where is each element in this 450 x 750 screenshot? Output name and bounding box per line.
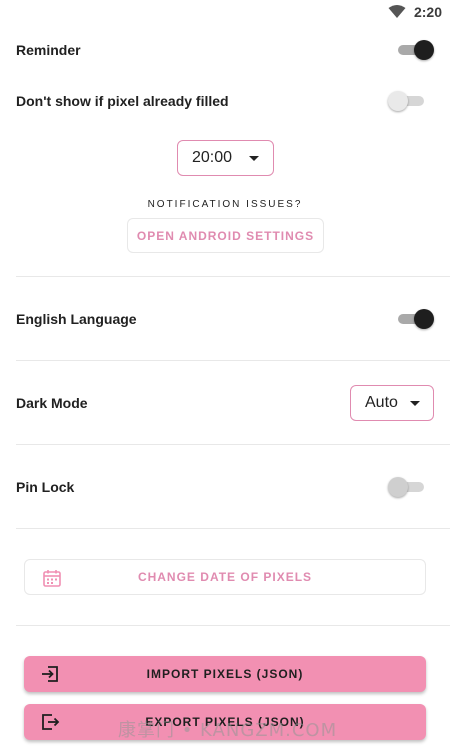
divider	[16, 444, 450, 445]
watermark: 康掌门 • KANGZM.COM	[118, 720, 338, 741]
wifi-icon	[388, 5, 406, 18]
change-date-button[interactable]: CHANGE DATE OF PIXELS	[24, 559, 426, 595]
english-language-switch[interactable]	[394, 309, 434, 329]
chevron-down-icon	[249, 155, 259, 161]
divider	[16, 625, 450, 626]
reminder-time-value: 20:00	[192, 149, 233, 166]
divider	[16, 528, 450, 529]
reminder-switch[interactable]	[394, 40, 434, 60]
open-android-settings-button[interactable]: OPEN ANDROID SETTINGS	[127, 218, 324, 253]
dont-show-row: Don't show if pixel already filled	[16, 91, 434, 111]
switch-thumb	[388, 91, 408, 111]
change-date-label: CHANGE DATE OF PIXELS	[137, 570, 313, 584]
import-pixels-label: IMPORT PIXELS (JSON)	[146, 667, 304, 681]
dont-show-label: Don't show if pixel already filled	[16, 93, 229, 109]
dark-mode-select[interactable]: Auto	[350, 385, 434, 421]
divider	[16, 276, 450, 277]
english-language-row: English Language	[16, 309, 434, 329]
switch-thumb	[414, 309, 434, 329]
import-icon	[42, 666, 58, 682]
notification-issues-label: NOTIFICATION ISSUES?	[147, 199, 303, 210]
open-android-settings-label: OPEN ANDROID SETTINGS	[136, 228, 315, 243]
reminder-label: Reminder	[16, 42, 81, 58]
english-language-label: English Language	[16, 311, 137, 327]
reminder-row: Reminder	[16, 40, 434, 60]
dark-mode-value: Auto	[365, 394, 398, 411]
status-bar: 2:20	[0, 0, 450, 24]
import-pixels-button[interactable]: IMPORT PIXELS (JSON)	[24, 656, 426, 692]
export-icon	[42, 714, 60, 730]
reminder-time-select[interactable]: 20:00	[177, 140, 274, 176]
pin-lock-row: Pin Lock	[16, 477, 434, 497]
pin-lock-label: Pin Lock	[16, 479, 75, 495]
switch-thumb	[414, 40, 434, 60]
settings-screen: 2:20 Reminder Don't show if pixel alread…	[0, 0, 450, 750]
divider	[16, 360, 450, 361]
chevron-down-icon	[409, 400, 420, 406]
clock-time: 2:20	[413, 4, 442, 20]
dont-show-switch[interactable]	[388, 91, 428, 111]
dark-mode-label: Dark Mode	[16, 395, 88, 411]
switch-thumb	[388, 477, 408, 497]
calendar-icon	[43, 570, 61, 587]
pin-lock-switch[interactable]	[388, 477, 428, 497]
